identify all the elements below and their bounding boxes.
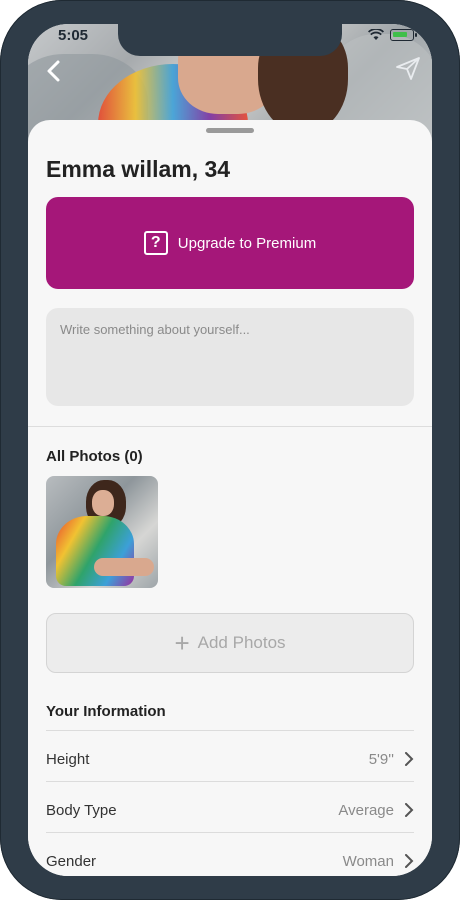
row-value: Average — [338, 801, 394, 819]
status-icons — [368, 29, 417, 41]
wifi-icon — [368, 29, 384, 40]
info-row-gender[interactable]: Gender Woman — [46, 836, 414, 876]
profile-name: Emma willam, 34 — [46, 156, 231, 182]
plus-icon: + — [174, 628, 190, 658]
back-icon[interactable] — [42, 58, 68, 84]
all-photos-title: All Photos (0) — [46, 448, 143, 465]
about-input[interactable] — [46, 308, 414, 406]
chevron-right-icon — [405, 752, 414, 766]
profile-photo[interactable] — [46, 476, 158, 588]
row-label: Gender — [46, 852, 97, 870]
chevron-right-icon — [405, 803, 414, 817]
row-divider — [46, 730, 414, 731]
add-photos-label: Add Photos — [197, 633, 286, 652]
add-photos-button[interactable]: + Add Photos — [46, 613, 414, 673]
screen: 5:05 Emma willam, 34 ? Upgrade to Premiu… — [28, 24, 432, 876]
your-information-title: Your Information — [46, 703, 166, 720]
info-row-body-type[interactable]: Body Type Average — [46, 785, 414, 835]
status-time: 5:05 — [58, 27, 89, 44]
chevron-right-icon — [405, 854, 414, 868]
row-value: Woman — [342, 852, 394, 870]
question-box-icon: ? — [143, 231, 168, 255]
section-divider — [28, 426, 432, 427]
row-label: Height — [46, 750, 90, 768]
battery-icon — [390, 29, 417, 41]
notch — [118, 24, 342, 56]
profile-sheet: Emma willam, 34 ? Upgrade to Premium All… — [28, 120, 432, 876]
info-row-height[interactable]: Height 5'9'' — [46, 734, 414, 784]
upgrade-premium-label: Upgrade to Premium — [177, 234, 317, 252]
row-label: Body Type — [46, 801, 117, 819]
upgrade-premium-button[interactable]: ? Upgrade to Premium — [46, 197, 414, 289]
row-divider — [46, 781, 414, 782]
row-divider — [46, 832, 414, 833]
send-icon[interactable] — [394, 54, 422, 82]
row-value: 5'9'' — [368, 750, 394, 768]
sheet-handle[interactable] — [206, 128, 254, 133]
